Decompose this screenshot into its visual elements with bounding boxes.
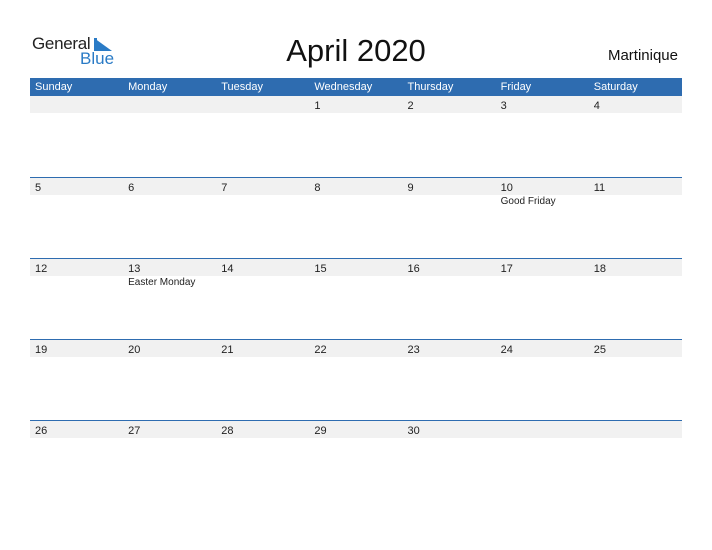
day-cell [589, 421, 682, 438]
day-number: 8 [314, 182, 321, 194]
day-cell [496, 421, 589, 438]
day-cell: 2 [403, 96, 496, 113]
day-number: 16 [407, 263, 420, 275]
day-number: 29 [314, 425, 327, 437]
day-cell: 4 [589, 96, 682, 113]
day-cell: 27 [123, 421, 216, 438]
day-number: 11 [593, 182, 606, 194]
weekday-sunday: Sunday [35, 81, 73, 93]
day-cell: 6 [123, 178, 216, 195]
day-number: 6 [128, 182, 135, 194]
day-cell: 5 [30, 178, 123, 195]
day-number: 4 [593, 100, 600, 112]
week-row: 1 2 3 4 [30, 96, 682, 177]
weeks-container: 1 2 3 4 5 6 7 8 9 10 Good Friday 11 12 13 Easter Monda… [30, 96, 682, 501]
calendar-title: April 2020 [286, 33, 426, 68]
day-number: 13 [128, 263, 141, 275]
day-number: 27 [128, 425, 141, 437]
day-cell: 7 [216, 178, 309, 195]
day-cell: 16 [403, 259, 496, 276]
day-cell: 1 [309, 96, 402, 113]
day-cell: 28 [216, 421, 309, 438]
day-number: 21 [221, 344, 234, 356]
day-number: 22 [314, 344, 327, 356]
date-strip: 5 6 7 8 9 10 Good Friday 11 [30, 178, 682, 207]
day-number: 23 [407, 344, 420, 356]
week-row: 5 6 7 8 9 10 Good Friday 11 [30, 177, 682, 258]
day-cell: 14 [216, 259, 309, 276]
week-row: 19 20 21 22 23 24 25 [30, 339, 682, 420]
day-cell: 8 [309, 178, 402, 195]
day-number: 19 [35, 344, 48, 356]
day-cell: 12 [30, 259, 123, 276]
day-number: 28 [221, 425, 234, 437]
day-cell: 17 [496, 259, 589, 276]
day-number: 20 [128, 344, 141, 356]
day-cell [123, 96, 216, 113]
day-cell: 30 [403, 421, 496, 438]
holiday-label: Easter Monday [128, 277, 196, 288]
day-number: 9 [407, 182, 414, 194]
day-number: 18 [593, 263, 606, 275]
weekday-tuesday: Tuesday [221, 81, 264, 93]
weekday-friday: Friday [500, 81, 532, 93]
weekday-saturday: Saturday [593, 81, 638, 93]
day-number: 17 [500, 263, 513, 275]
day-number: 12 [35, 263, 48, 275]
day-cell [30, 96, 123, 113]
weekday-monday: Monday [128, 81, 168, 93]
day-cell: 24 [496, 340, 589, 357]
date-strip: 26 27 28 29 30 [30, 421, 682, 438]
day-number: 10 [500, 182, 513, 194]
day-cell: 22 [309, 340, 402, 357]
day-number: 15 [314, 263, 327, 275]
country-label: Martinique [607, 47, 678, 64]
day-number: 26 [35, 425, 48, 437]
day-cell: 26 [30, 421, 123, 438]
day-number: 5 [35, 182, 42, 194]
day-number: 7 [221, 182, 228, 194]
day-cell: 10 Good Friday [496, 178, 589, 207]
weekday-header: Sunday Monday Tuesday Wednesday Thursday… [30, 78, 682, 96]
day-number: 2 [407, 100, 414, 112]
date-strip: 1 2 3 4 [30, 96, 682, 113]
holiday-label: Good Friday [500, 196, 556, 207]
day-cell: 20 [123, 340, 216, 357]
day-cell: 19 [30, 340, 123, 357]
day-cell: 23 [403, 340, 496, 357]
day-cell: 9 [403, 178, 496, 195]
week-row: 26 27 28 29 30 [30, 420, 682, 501]
day-cell: 21 [216, 340, 309, 357]
day-number: 30 [407, 425, 420, 437]
day-cell: 18 [589, 259, 682, 276]
weekday-wednesday: Wednesday [314, 81, 373, 93]
day-cell: 15 [309, 259, 402, 276]
day-cell: 13 Easter Monday [123, 259, 216, 288]
week-row: 12 13 Easter Monday 14 15 16 17 18 [30, 258, 682, 339]
day-cell [216, 96, 309, 113]
calendar-grid: Sunday Monday Tuesday Wednesday Thursday… [30, 78, 682, 501]
date-strip: 12 13 Easter Monday 14 15 16 17 18 [30, 259, 682, 288]
day-cell: 29 [309, 421, 402, 438]
day-cell: 3 [496, 96, 589, 113]
weekday-thursday: Thursday [407, 81, 454, 93]
day-number: 24 [500, 344, 513, 356]
day-number: 3 [500, 100, 507, 112]
day-cell: 25 [589, 340, 682, 357]
date-strip: 19 20 21 22 23 24 25 [30, 340, 682, 357]
day-number: 1 [314, 100, 321, 112]
day-number: 25 [593, 344, 606, 356]
day-number: 14 [221, 263, 234, 275]
day-cell: 11 [589, 178, 682, 195]
